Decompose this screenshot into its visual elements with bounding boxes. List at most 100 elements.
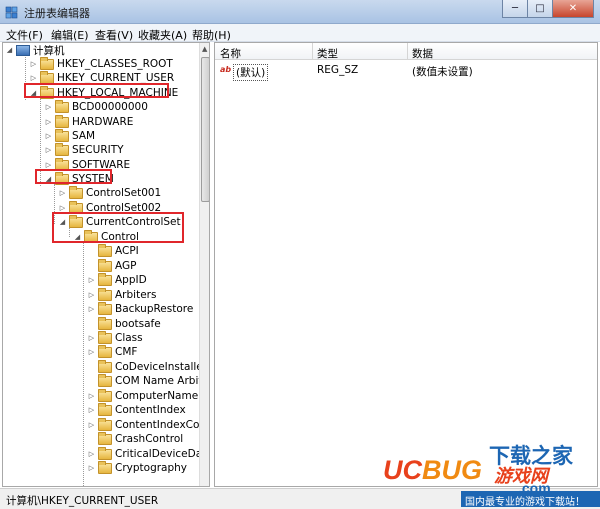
folder-icon: [98, 373, 112, 387]
tree-item[interactable]: CoDeviceInstallers: [87, 359, 209, 374]
expand-arrow-icon[interactable]: ▷: [44, 103, 53, 111]
folder-icon: [98, 402, 112, 416]
folder-icon: [98, 316, 112, 330]
watermark-logo: UCBUG: [383, 455, 482, 485]
values-list[interactable]: 名称 类型 数据 ab (默认) REG_SZ (数值未设置): [214, 42, 598, 487]
column-type[interactable]: 类型: [317, 46, 338, 61]
menu-help[interactable]: 帮助(H): [192, 27, 231, 43]
expand-arrow-icon[interactable]: ▷: [87, 305, 96, 313]
folder-icon: [40, 56, 54, 70]
expand-arrow-icon[interactable]: ▷: [87, 421, 96, 429]
folder-icon: [98, 446, 112, 460]
value-name: (默认): [233, 64, 269, 81]
menu-file[interactable]: 文件(F): [6, 27, 43, 43]
computer-icon: [16, 44, 30, 56]
annotation-box-currentcontrolset: [52, 212, 184, 243]
scrollbar-thumb[interactable]: [201, 57, 209, 202]
expand-arrow-icon[interactable]: ▷: [58, 189, 67, 197]
annotation-box-system: [35, 169, 112, 184]
tree-item[interactable]: ▷ Arbiters: [87, 287, 156, 302]
value-row[interactable]: ab (默认) REG_SZ (数值未设置): [215, 63, 597, 81]
menu-edit[interactable]: 编辑(E): [51, 27, 89, 43]
expand-arrow-icon[interactable]: ▷: [87, 348, 96, 356]
tree-item[interactable]: ▷ ContentIndexCom: [87, 417, 209, 432]
value-data: (数值未设置): [412, 66, 473, 78]
tree-item[interactable]: AGP: [87, 258, 136, 273]
tree-item[interactable]: ▷ SAM: [44, 128, 95, 143]
tree-item[interactable]: CrashControl: [87, 431, 183, 446]
tree-item[interactable]: ▷ Cryptography: [87, 460, 187, 475]
folder-icon: [98, 344, 112, 358]
tree-item[interactable]: ▷ SECURITY: [44, 142, 124, 157]
folder-icon: [40, 70, 54, 84]
watermark-tagline: 国内最专业的游戏下载站！: [461, 491, 600, 508]
annotation-box-hklm: [24, 83, 169, 98]
column-header: 名称 类型 数据: [215, 43, 597, 61]
column-data[interactable]: 数据: [412, 46, 433, 61]
folder-icon: [98, 287, 112, 301]
registry-editor-icon: [5, 6, 18, 19]
folder-icon: [98, 243, 112, 257]
tree-item[interactable]: ▷ ContentIndex: [87, 402, 186, 417]
tree-item[interactable]: ▷ CriticalDeviceData: [87, 446, 209, 461]
tree-item[interactable]: ▷ Class: [87, 330, 143, 345]
expand-arrow-icon[interactable]: ▷: [44, 146, 53, 154]
folder-icon: [55, 128, 69, 142]
folder-icon: [55, 99, 69, 113]
folder-icon: [55, 114, 69, 128]
folder-icon: [98, 460, 112, 474]
expand-arrow-icon[interactable]: ▷: [29, 60, 38, 68]
maximize-button[interactable]: □: [527, 0, 553, 18]
tree-item[interactable]: ▷ ComputerName: [87, 388, 198, 403]
tree-item[interactable]: COM Name Arbite: [87, 373, 209, 388]
menu-bar: 文件(F) 编辑(E) 查看(V) 收藏夹(A) 帮助(H): [0, 24, 600, 42]
expand-arrow-icon[interactable]: ▷: [44, 161, 53, 169]
expand-arrow-icon[interactable]: ▷: [87, 291, 96, 299]
menu-favorites[interactable]: 收藏夹(A): [138, 27, 187, 43]
close-button[interactable]: ✕: [552, 0, 594, 18]
folder-icon: [98, 359, 112, 373]
tree-item[interactable]: ▷ BackupRestore: [87, 301, 193, 316]
expand-arrow-icon[interactable]: ▷: [29, 74, 38, 82]
menu-view[interactable]: 查看(V): [95, 27, 133, 43]
tree-item-computer[interactable]: ◢ 计算机: [5, 43, 65, 57]
expand-arrow-icon[interactable]: ▷: [87, 334, 96, 342]
folder-icon: [98, 431, 112, 445]
tree-item[interactable]: ▷ HARDWARE: [44, 114, 133, 129]
tree-item[interactable]: ▷ CMF: [87, 344, 137, 359]
tree-scrollbar[interactable]: ▲: [199, 43, 209, 486]
expand-arrow-icon[interactable]: ▷: [87, 406, 96, 414]
tree-item[interactable]: ▷ HKEY_CLASSES_ROOT: [29, 56, 173, 71]
folder-icon: [98, 272, 112, 286]
string-value-icon: ab: [220, 65, 232, 74]
folder-icon: [98, 330, 112, 344]
folder-icon: [98, 258, 112, 272]
column-name[interactable]: 名称: [220, 46, 241, 61]
registry-tree[interactable]: ◢ 计算机 ▷ HKEY_CLASSES_ROOT ▷ HKEY_CURRENT…: [2, 42, 210, 487]
value-type: REG_SZ: [317, 64, 359, 76]
title-bar: 注册表编辑器 ─ □ ✕: [0, 0, 600, 24]
expand-arrow-icon[interactable]: ▷: [44, 118, 53, 126]
tree-item[interactable]: ACPI: [87, 243, 139, 258]
tree-item[interactable]: ▷ ControlSet001: [58, 185, 161, 200]
tree-item[interactable]: bootsafe: [87, 316, 161, 331]
window-title: 注册表编辑器: [24, 7, 90, 20]
expand-arrow-icon[interactable]: ▷: [87, 392, 96, 400]
expand-arrow-icon[interactable]: ▷: [87, 464, 96, 472]
tree-item[interactable]: ▷ BCD00000000: [44, 99, 148, 114]
window-controls: ─ □ ✕: [502, 0, 594, 18]
tree-item[interactable]: ▷ AppID: [87, 272, 147, 287]
tree-guide-line: [83, 241, 84, 486]
expand-arrow-icon[interactable]: ▷: [44, 132, 53, 140]
status-path: 计算机\HKEY_CURRENT_USER: [6, 495, 159, 507]
folder-icon: [69, 185, 83, 199]
minimize-button[interactable]: ─: [502, 0, 528, 18]
scroll-up-arrow-icon[interactable]: ▲: [202, 45, 207, 53]
folder-icon: [98, 301, 112, 315]
expand-arrow-icon[interactable]: ▷: [58, 204, 67, 212]
expand-arrow-icon[interactable]: ▷: [87, 276, 96, 284]
expand-arrow-icon[interactable]: ▷: [87, 450, 96, 458]
folder-icon: [98, 388, 112, 402]
folder-icon: [55, 142, 69, 156]
collapse-arrow-icon[interactable]: ◢: [5, 46, 14, 54]
